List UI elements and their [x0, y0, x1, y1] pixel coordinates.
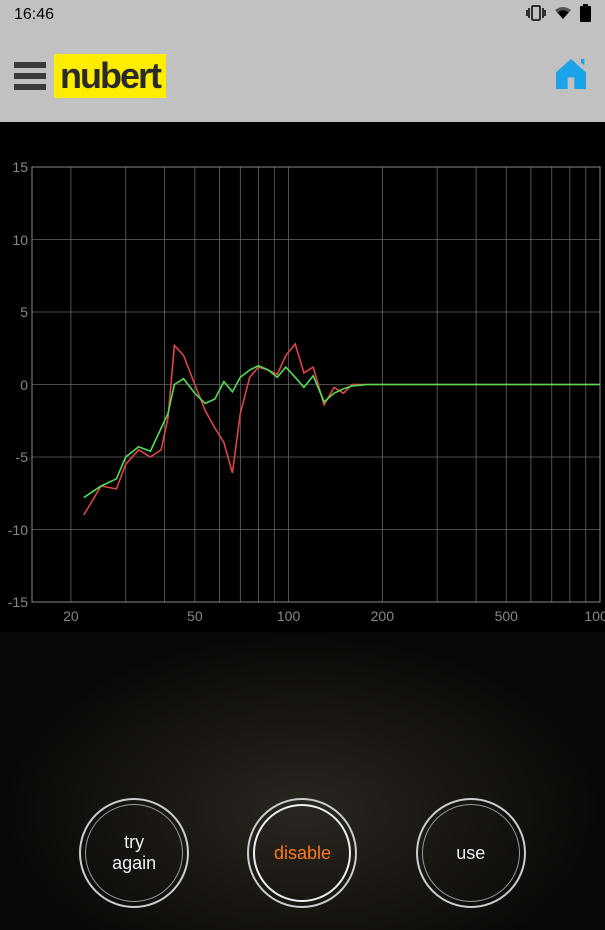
- vibrate-icon: [526, 5, 546, 26]
- brand-logo: nubert: [54, 54, 166, 98]
- status-time: 16:46: [14, 6, 54, 24]
- x-tick-label: 1000: [584, 608, 605, 624]
- home-button[interactable]: [551, 54, 591, 99]
- brand-text: nubert: [60, 55, 160, 97]
- y-tick-label: -15: [2, 594, 28, 610]
- y-tick-label: -10: [2, 522, 28, 538]
- wifi-icon: [554, 6, 572, 25]
- x-tick-label: 100: [277, 608, 300, 624]
- x-tick-label: 20: [63, 608, 79, 624]
- x-tick-label: 200: [371, 608, 394, 624]
- x-tick-label: 50: [187, 608, 203, 624]
- status-bar: 16:46: [0, 0, 605, 30]
- bottom-panel: try again disable use: [0, 632, 605, 930]
- y-tick-label: 15: [2, 159, 28, 175]
- battery-icon: [580, 4, 591, 27]
- y-tick-label: -5: [2, 449, 28, 465]
- try-again-button[interactable]: try again: [79, 798, 189, 908]
- app-header: nubert: [0, 30, 605, 122]
- menu-button[interactable]: [14, 62, 46, 90]
- disable-button[interactable]: disable: [247, 798, 357, 908]
- x-tick-label: 500: [495, 608, 518, 624]
- chart-plot: [0, 122, 605, 632]
- y-tick-label: 10: [2, 232, 28, 248]
- frequency-response-chart: 151050-5-10-15 20501002005001000: [0, 122, 605, 632]
- use-button[interactable]: use: [416, 798, 526, 908]
- y-tick-label: 0: [2, 377, 28, 393]
- y-tick-label: 5: [2, 304, 28, 320]
